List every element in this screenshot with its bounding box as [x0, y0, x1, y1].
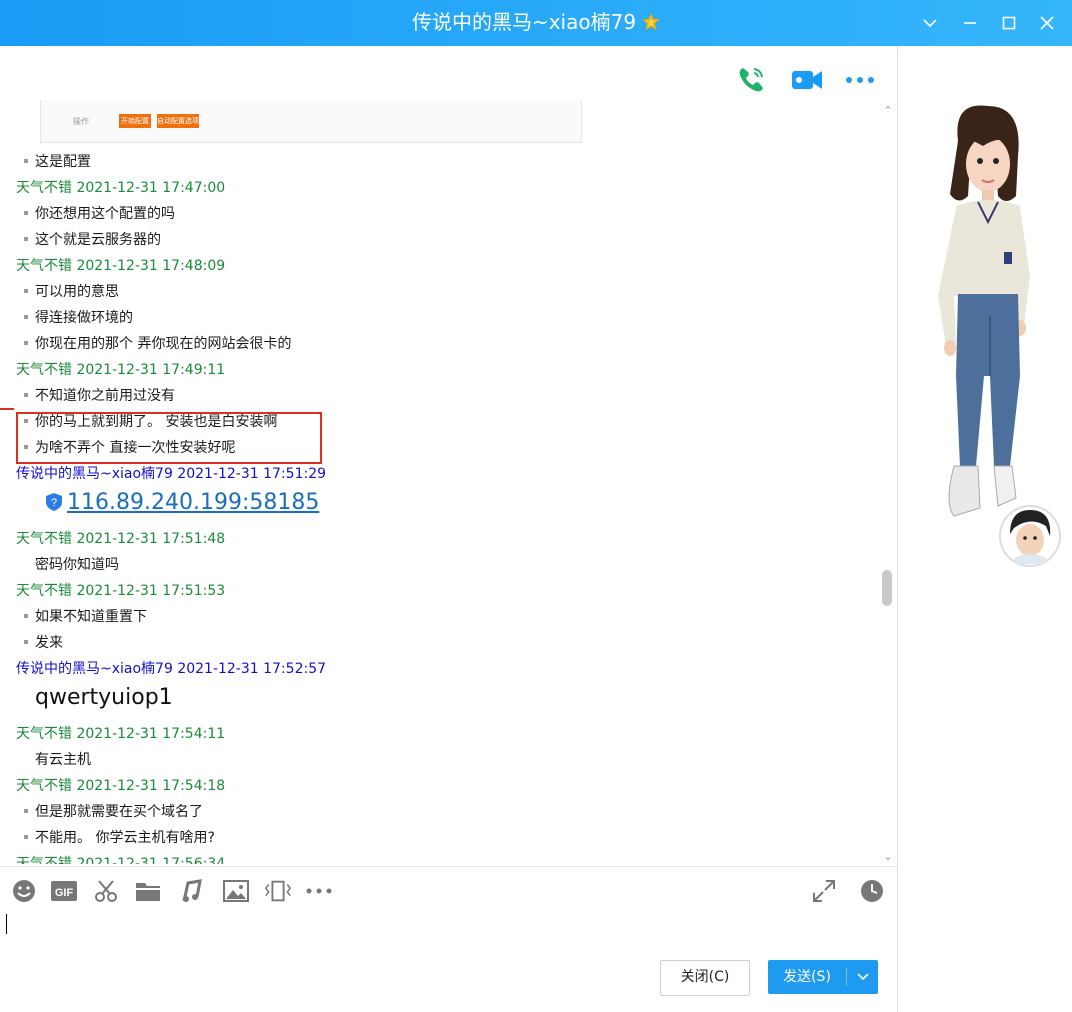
bullet-dot [24, 289, 28, 293]
message-text: 你现在用的那个 弄你现在的网站会很卡的 [24, 331, 291, 357]
sender-header-self: 传说中的黑马~xiao楠79 2021-12-31 17:52:57 [16, 661, 327, 677]
sender-header-friend: 天气不错 2021-12-31 17:49:11 [16, 362, 226, 378]
ip-address-link[interactable]: ? 116.89.240.199:58185 [44, 488, 319, 518]
svg-text:GIF: GIF [55, 887, 74, 899]
message-text: 但是那就需要在买个域名了 [24, 799, 203, 825]
message-text: 不知道你之前用过没有 [24, 383, 175, 409]
close-icon[interactable] [1034, 10, 1060, 36]
chevron-down-icon[interactable] [917, 10, 943, 36]
contact-name: 传说中的黑马~xiao楠79 [411, 10, 637, 34]
bullet-dot [24, 809, 28, 813]
message-body: 这是配置 [35, 154, 91, 170]
send-divider [846, 968, 847, 986]
message-text: 得连接做环境的 [24, 305, 133, 331]
message-body: 你还想用这个配置的吗 [35, 206, 175, 222]
bullet-dot [24, 211, 28, 215]
phone-icon[interactable] [735, 64, 767, 100]
video-camera-icon[interactable] [791, 66, 823, 98]
message-body: 你现在用的那个 弄你现在的网站会很卡的 [35, 336, 292, 352]
message-body: 密码你知道吗 [35, 557, 119, 573]
sender-header-friend: 天气不错 2021-12-31 17:54:11 [16, 726, 226, 742]
message-body: 如果不知道重置下 [35, 609, 147, 625]
bullet-dot [24, 159, 28, 163]
bullet-dot [24, 614, 28, 618]
star-badge-icon: z [642, 13, 661, 31]
emoji-icon[interactable] [10, 877, 38, 905]
message-text: 有云主机 [35, 747, 91, 773]
music-icon[interactable] [178, 877, 206, 905]
annotation-mark [0, 408, 14, 410]
message-text: 可以用的意思 [24, 279, 119, 305]
highlight-box [16, 412, 322, 464]
bullet-dot [24, 640, 28, 644]
bullet-dot [24, 341, 28, 345]
message-body: 但是那就需要在买个域名了 [35, 804, 203, 820]
bullet-dot [24, 315, 28, 319]
scroll-up-icon[interactable]: ⌃ [882, 105, 894, 116]
chevron-down-icon[interactable] [848, 960, 878, 994]
maximize-icon[interactable] [996, 10, 1022, 36]
bullet-dot [24, 835, 28, 839]
message-text: 如果不知道重置下 [24, 604, 147, 630]
message-text: 这是配置 [24, 149, 91, 175]
link-security-icon: ? [46, 493, 62, 511]
more-dots-icon[interactable] [845, 72, 875, 91]
ip-address-text[interactable]: 116.89.240.199:58185 [67, 490, 319, 515]
close-button[interactable]: 关闭(C) [660, 960, 750, 996]
message-text-large: qwertyuiop1 [35, 685, 173, 710]
minimize-icon[interactable] [957, 10, 983, 36]
send-button[interactable]: 发送(S) [768, 960, 878, 994]
image-icon[interactable] [222, 877, 250, 905]
folder-icon[interactable] [134, 877, 162, 905]
message-text: 发来 [24, 630, 63, 656]
sender-header-self: 传说中的黑马~xiao楠79 2021-12-31 17:51:29 [16, 466, 327, 482]
message-body: 不能用。 你学云主机有啥用? [35, 830, 215, 846]
message-text: 密码你知道吗 [35, 552, 119, 578]
more-dots-icon[interactable] [305, 877, 333, 905]
svg-text:?: ? [51, 497, 57, 509]
sender-header-friend: 天气不错 2021-12-31 17:51:53 [16, 583, 226, 599]
bullet-dot [24, 393, 28, 397]
window-title: 传说中的黑马~xiao楠79 z [0, 8, 1072, 36]
message-text: 你还想用这个配置的吗 [24, 201, 175, 227]
message-body: 这个就是云服务器的 [35, 232, 161, 248]
message-body: 有云主机 [35, 752, 91, 768]
title-bar: 传说中的黑马~xiao楠79 z [0, 0, 1072, 46]
scissors-icon[interactable] [92, 877, 120, 905]
scrollbar-thumb[interactable] [882, 570, 892, 606]
message-body: 得连接做环境的 [35, 310, 133, 326]
shake-window-icon[interactable] [264, 877, 292, 905]
text-input-caret[interactable] [6, 914, 7, 934]
message-text: 这个就是云服务器的 [24, 227, 161, 253]
sender-header-friend: 天气不错 2021-12-31 17:51:48 [16, 531, 226, 547]
gif-icon[interactable]: GIF [50, 877, 78, 905]
sender-header-friend: 天气不错 2021-12-31 17:56:34 [16, 856, 226, 864]
character-avatar-image [938, 105, 1061, 567]
message-body: 可以用的意思 [35, 284, 119, 300]
divider [0, 866, 897, 867]
message-text: 不能用。 你学云主机有啥用? [24, 825, 215, 851]
message-body: 不知道你之前用过没有 [35, 388, 175, 404]
bullet-dot [24, 237, 28, 241]
expand-icon[interactable] [810, 877, 838, 905]
send-label: 发送(S) [783, 969, 831, 985]
history-clock-icon[interactable] [858, 877, 886, 905]
scroll-down-icon[interactable]: ⌄ [882, 851, 894, 862]
show-avatar-panel [898, 46, 1072, 1012]
sender-header-friend: 天气不错 2021-12-31 17:48:09 [16, 258, 226, 274]
message-body: 发来 [35, 635, 63, 651]
message-list: 这是配置天气不错 2021-12-31 17:47:00 你还想用这个配置的吗 这个… [0, 100, 880, 864]
sender-header-friend: 天气不错 2021-12-31 17:54:18 [16, 778, 226, 794]
sender-header-friend: 天气不错 2021-12-31 17:47:00 [16, 180, 226, 196]
